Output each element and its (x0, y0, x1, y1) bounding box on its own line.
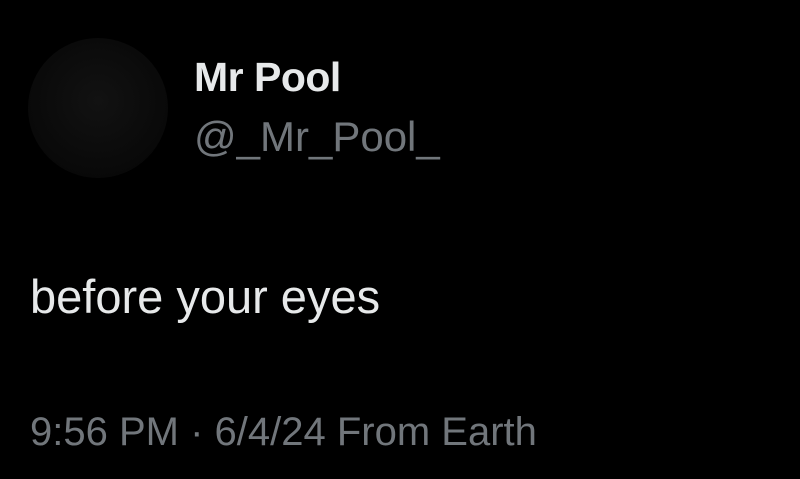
tweet-metadata: 9:56 PM · 6/4/24 From Earth (30, 410, 537, 455)
tweet-text: before your eyes (30, 270, 381, 323)
author-handle[interactable]: @_Mr_Pool_ (194, 113, 440, 161)
tweet-location: From Earth (325, 410, 537, 454)
tweet-card: Mr Pool @_Mr_Pool_ before your eyes 9:56… (0, 0, 800, 479)
avatar[interactable] (28, 38, 168, 178)
meta-separator: · (178, 410, 215, 454)
tweet-date[interactable]: 6/4/24 (215, 410, 326, 454)
tweet-time[interactable]: 9:56 PM (30, 410, 179, 454)
author-display-name[interactable]: Mr Pool (194, 54, 341, 101)
